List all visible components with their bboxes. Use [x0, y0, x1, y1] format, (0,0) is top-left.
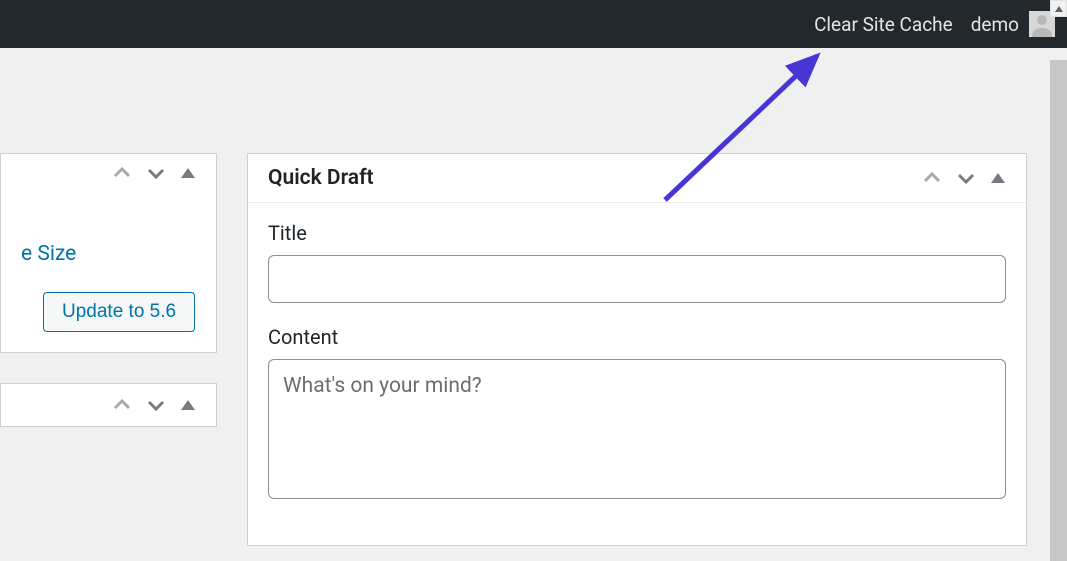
move-up-icon[interactable] [112, 166, 132, 180]
admin-topbar: Clear Site Cache demo [0, 0, 1067, 48]
size-link[interactable]: e Size [21, 242, 76, 266]
title-input[interactable] [268, 255, 1006, 303]
clear-cache-link[interactable]: Clear Site Cache [814, 13, 953, 36]
quick-draft-panel: Quick Draft Title Content [247, 153, 1027, 546]
move-up-icon[interactable] [112, 398, 132, 412]
toggle-icon[interactable] [990, 171, 1006, 185]
toggle-icon[interactable] [180, 166, 196, 180]
content-label: Content [268, 325, 1006, 349]
left-widget-2 [0, 383, 217, 427]
toggle-icon[interactable] [180, 398, 196, 412]
move-down-icon[interactable] [146, 166, 166, 180]
username-label: demo [971, 13, 1019, 36]
move-down-icon[interactable] [146, 398, 166, 412]
scrollbar-thumb[interactable] [1050, 60, 1067, 561]
left-widget-1: e Size Update to 5.6 [0, 153, 217, 353]
update-button[interactable]: Update to 5.6 [43, 292, 195, 332]
move-down-icon[interactable] [956, 171, 976, 185]
move-up-icon[interactable] [922, 171, 942, 185]
panel-title: Quick Draft [268, 166, 374, 190]
scrollbar-up-button[interactable] [1050, 0, 1067, 17]
user-menu[interactable]: demo [971, 11, 1055, 37]
title-label: Title [268, 221, 1006, 245]
content-textarea[interactable] [268, 359, 1006, 499]
